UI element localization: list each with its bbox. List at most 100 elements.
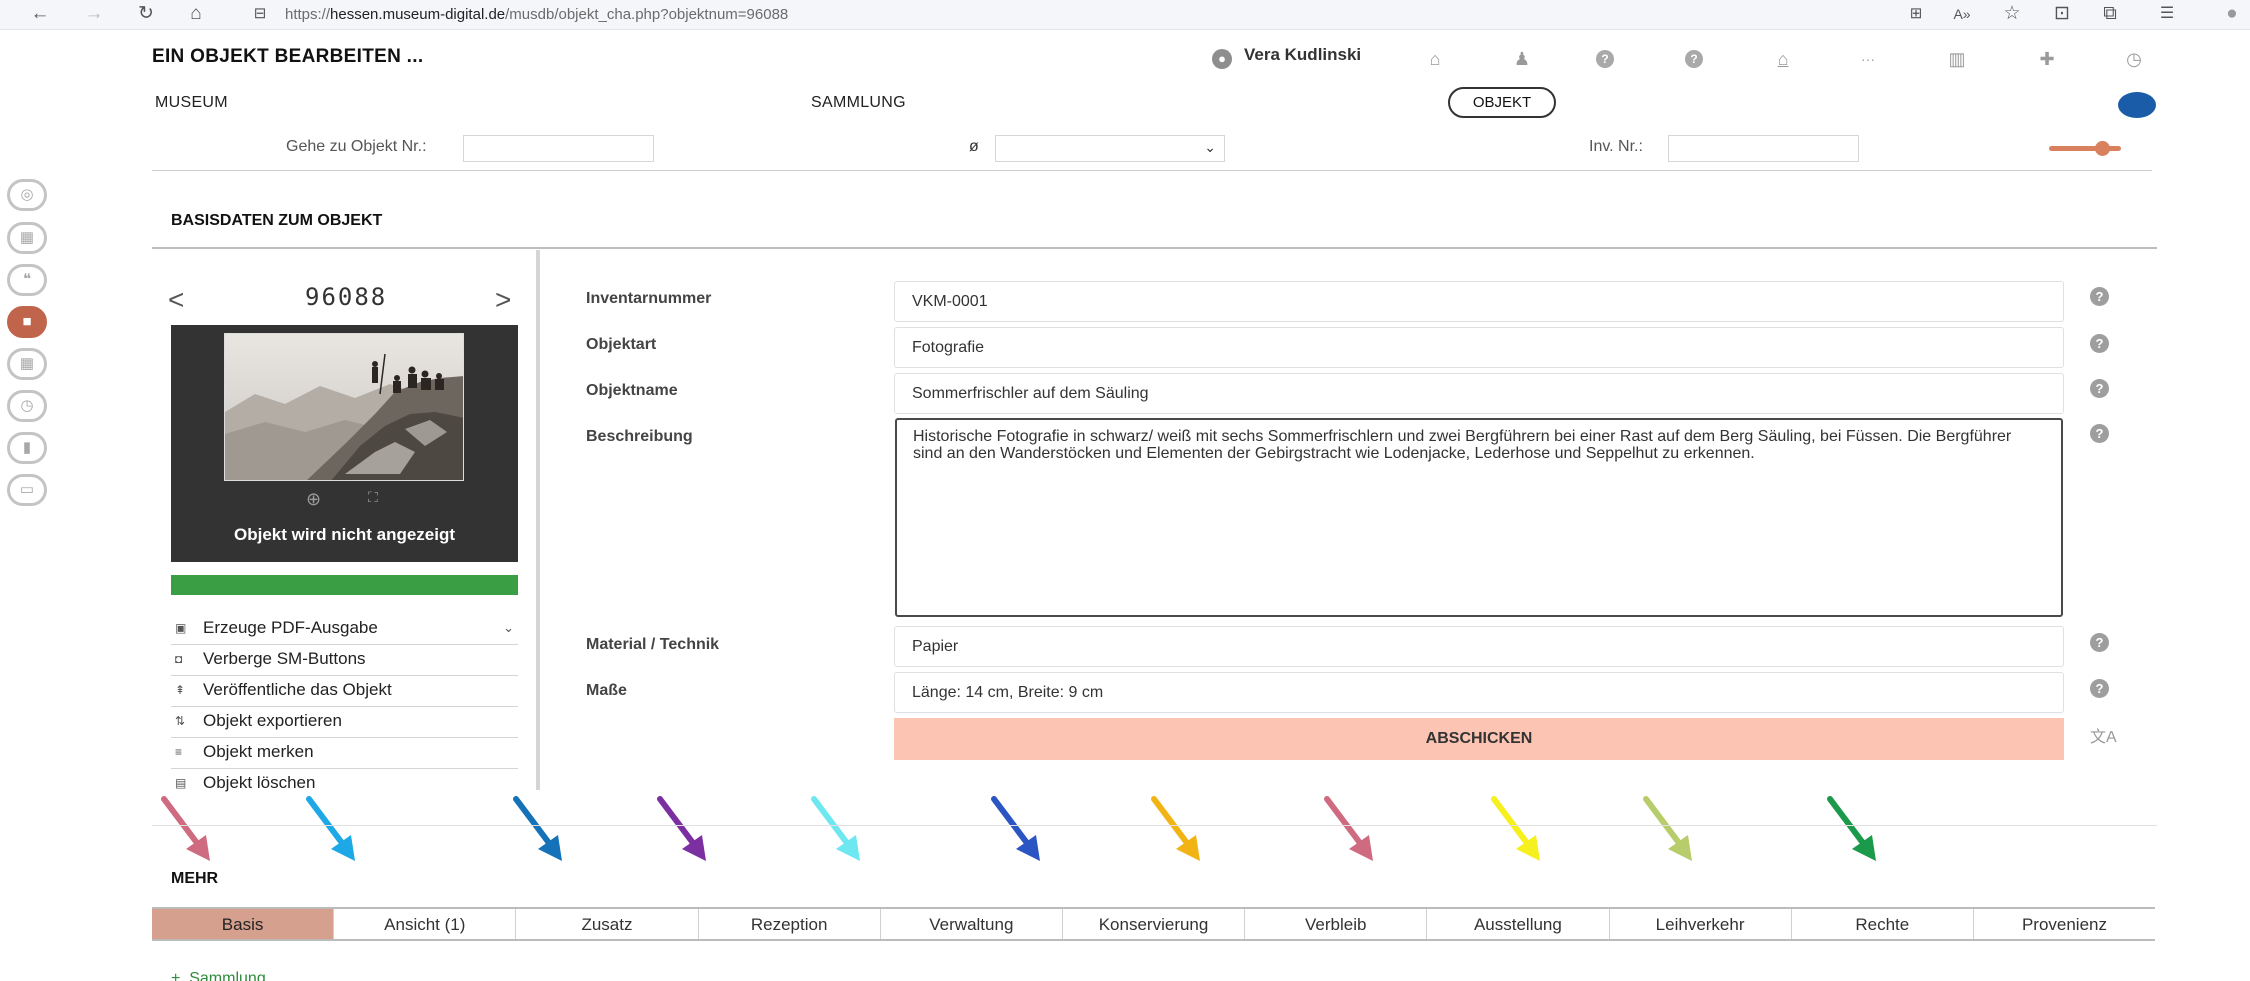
home-icon[interactable]: ⌂ (1422, 46, 1448, 72)
tab-ausstellung[interactable]: Ausstellung (1427, 909, 1610, 939)
action-label: Verberge SM-Buttons (203, 649, 366, 668)
sammlung-expander[interactable]: + Sammlung (171, 970, 266, 981)
home-icon[interactable]: ⌂ (184, 3, 208, 25)
site-info-icon[interactable]: ⊟ (248, 3, 272, 25)
url-host: hessen.museum-digital.de (330, 6, 506, 23)
tab-verwaltung[interactable]: Verwaltung (881, 909, 1063, 939)
clock-icon[interactable]: ◷ (2121, 46, 2147, 72)
help-icon[interactable]: ? (2090, 379, 2109, 398)
view-slider[interactable] (2049, 141, 2121, 156)
tab-rezeption[interactable]: Rezeption (699, 909, 881, 939)
qr-code-icon[interactable]: ▦ (7, 222, 47, 254)
app-grid-icon[interactable]: ⊞ (1904, 3, 1928, 25)
annotation-arrow (1827, 796, 1876, 861)
goto-select[interactable]: ⌄ (995, 135, 1225, 162)
favorites-bar-icon[interactable]: ☰ (2155, 3, 2179, 25)
globe-icon[interactable]: ◎ (7, 179, 47, 211)
inventarnummer-field[interactable]: VKM-0001 (894, 281, 2064, 322)
annotation-arrow (306, 796, 355, 861)
help-icon[interactable]: ? (2090, 334, 2109, 353)
objektname-field[interactable]: Sommerfrischler auf dem Säuling (894, 373, 2064, 414)
theme-toggle[interactable] (2118, 92, 2156, 118)
url-path: /musdb/objekt_cha.php?objektnum=96088 (505, 6, 789, 23)
help-icon[interactable]: ? (2090, 287, 2109, 306)
tab-basis[interactable]: Basis (152, 909, 335, 939)
annotation-arrow (1491, 796, 1540, 861)
beschreibung-textarea[interactable]: Historische Fotografie in schwarz/ weiß … (895, 418, 2063, 617)
action-label: Objekt merken (203, 742, 314, 761)
action-item[interactable]: ⇞ Veröffentliche das Objekt (171, 676, 518, 707)
object-image-panel: ⊕ ⛶ Objekt wird nicht angezeigt (171, 325, 518, 562)
id-card-icon[interactable]: ▭ (7, 474, 47, 506)
collections-icon[interactable]: ⊡ (2050, 3, 2074, 25)
more-icon[interactable]: ··· (1855, 46, 1881, 72)
tab-verbleib[interactable]: Verbleib (1245, 909, 1428, 939)
masse-field[interactable]: Länge: 14 cm, Breite: 9 cm (894, 672, 2064, 713)
slider-knob[interactable] (2095, 141, 2110, 156)
annotation-arrow (513, 796, 562, 861)
submit-button[interactable]: ABSCHICKEN (894, 718, 2064, 760)
object-photo[interactable] (224, 333, 464, 481)
user-name: Vera Kudlinski (1244, 45, 1362, 64)
fullscreen-icon[interactable]: ⛶ (368, 489, 378, 506)
favorite-icon[interactable]: ☆ (2000, 3, 2024, 25)
hide-social-icon: ◘ (175, 652, 183, 666)
action-label: Veröffentliche das Objekt (203, 680, 392, 699)
help-icon[interactable]: ? (2090, 424, 2109, 443)
tab-konservierung[interactable]: Konservierung (1063, 909, 1246, 939)
history-icon[interactable]: ◷ (7, 390, 47, 422)
annotation-arrow (657, 796, 706, 861)
tab-leihverkehr[interactable]: Leihverkehr (1610, 909, 1792, 939)
material-field[interactable]: Papier (894, 626, 2064, 667)
help-icon[interactable]: ? (2090, 633, 2109, 652)
prev-object-button[interactable]: < (168, 284, 184, 316)
help-icon[interactable]: ? (2090, 679, 2109, 698)
tab-provenienz[interactable]: Provenienz (1974, 909, 2155, 939)
read-aloud-icon[interactable]: A» (1950, 3, 1974, 25)
profile-icon[interactable]: ● (2220, 3, 2244, 25)
back-icon[interactable]: ← (28, 3, 52, 25)
chevron-down-icon[interactable]: ⌄ (503, 614, 514, 642)
reload-icon[interactable]: ↻ (134, 3, 158, 25)
action-item[interactable]: ⇅ Objekt exportieren (171, 707, 518, 738)
image-caption: Objekt wird nicht angezeigt (233, 525, 456, 544)
help-alt-icon[interactable]: ? (1685, 50, 1703, 68)
action-item[interactable]: ◘ Verberge SM-Buttons (171, 645, 518, 676)
tab-zusatz[interactable]: Zusatz (516, 909, 699, 939)
forward-icon[interactable]: → (82, 3, 106, 25)
qr-code-alt-icon[interactable]: ▦ (7, 348, 47, 380)
objektart-field[interactable]: Fotografie (894, 327, 2064, 368)
bell-icon[interactable]: ♟ (1509, 46, 1535, 72)
address-bar[interactable]: https://hessen.museum-digital.de/musdb/o… (285, 6, 788, 24)
zoom-in-icon[interactable]: ⊕ (306, 489, 321, 510)
user-menu[interactable]: ● Vera Kudlinski (1212, 45, 1361, 69)
action-item[interactable]: ▣ Erzeuge PDF-Ausgabe ⌄ (171, 614, 518, 645)
material-label: Material / Technik (586, 636, 720, 653)
chevron-down-icon: ⌄ (1204, 139, 1216, 155)
comments-icon[interactable]: ❝ (7, 264, 47, 296)
nav-objekt[interactable]: OBJEKT (1448, 87, 1556, 118)
bookmark-icon[interactable]: ▮ (7, 432, 47, 464)
sammlung-label: Sammlung (189, 970, 266, 981)
help-icon[interactable]: ? (1596, 50, 1614, 68)
museum-icon[interactable]: ⌂ (1770, 46, 1796, 72)
tab-rechte[interactable]: Rechte (1792, 909, 1974, 939)
divider (152, 170, 2152, 171)
puzzle-icon[interactable]: ✚ (2034, 46, 2060, 72)
goto-row: Gehe zu Objekt Nr.: ø ⌄ Inv. Nr.: (0, 130, 2250, 170)
comment-icon[interactable]: ■ (7, 306, 47, 338)
beschreibung-label: Beschreibung (586, 428, 693, 445)
nav-sammlung[interactable]: SAMMLUNG (811, 94, 906, 112)
tab-ansicht-1[interactable]: Ansicht (1) (334, 909, 517, 939)
action-item[interactable]: ≡ Objekt merken (171, 738, 518, 769)
publish-icon: ⇞ (175, 683, 186, 697)
translate-icon[interactable]: 文A (2090, 723, 2117, 747)
nav-museum[interactable]: MUSEUM (155, 94, 228, 112)
next-object-button[interactable]: > (495, 284, 511, 316)
goto-object-input[interactable] (463, 135, 654, 162)
action-label: Erzeuge PDF-Ausgabe (203, 618, 378, 637)
extensions-icon[interactable]: ⧉ (2098, 3, 2122, 25)
inv-nr-input[interactable] (1668, 135, 1859, 162)
statistics-icon[interactable]: ▥ (1944, 46, 1970, 72)
masse-label: Maße (586, 682, 627, 699)
